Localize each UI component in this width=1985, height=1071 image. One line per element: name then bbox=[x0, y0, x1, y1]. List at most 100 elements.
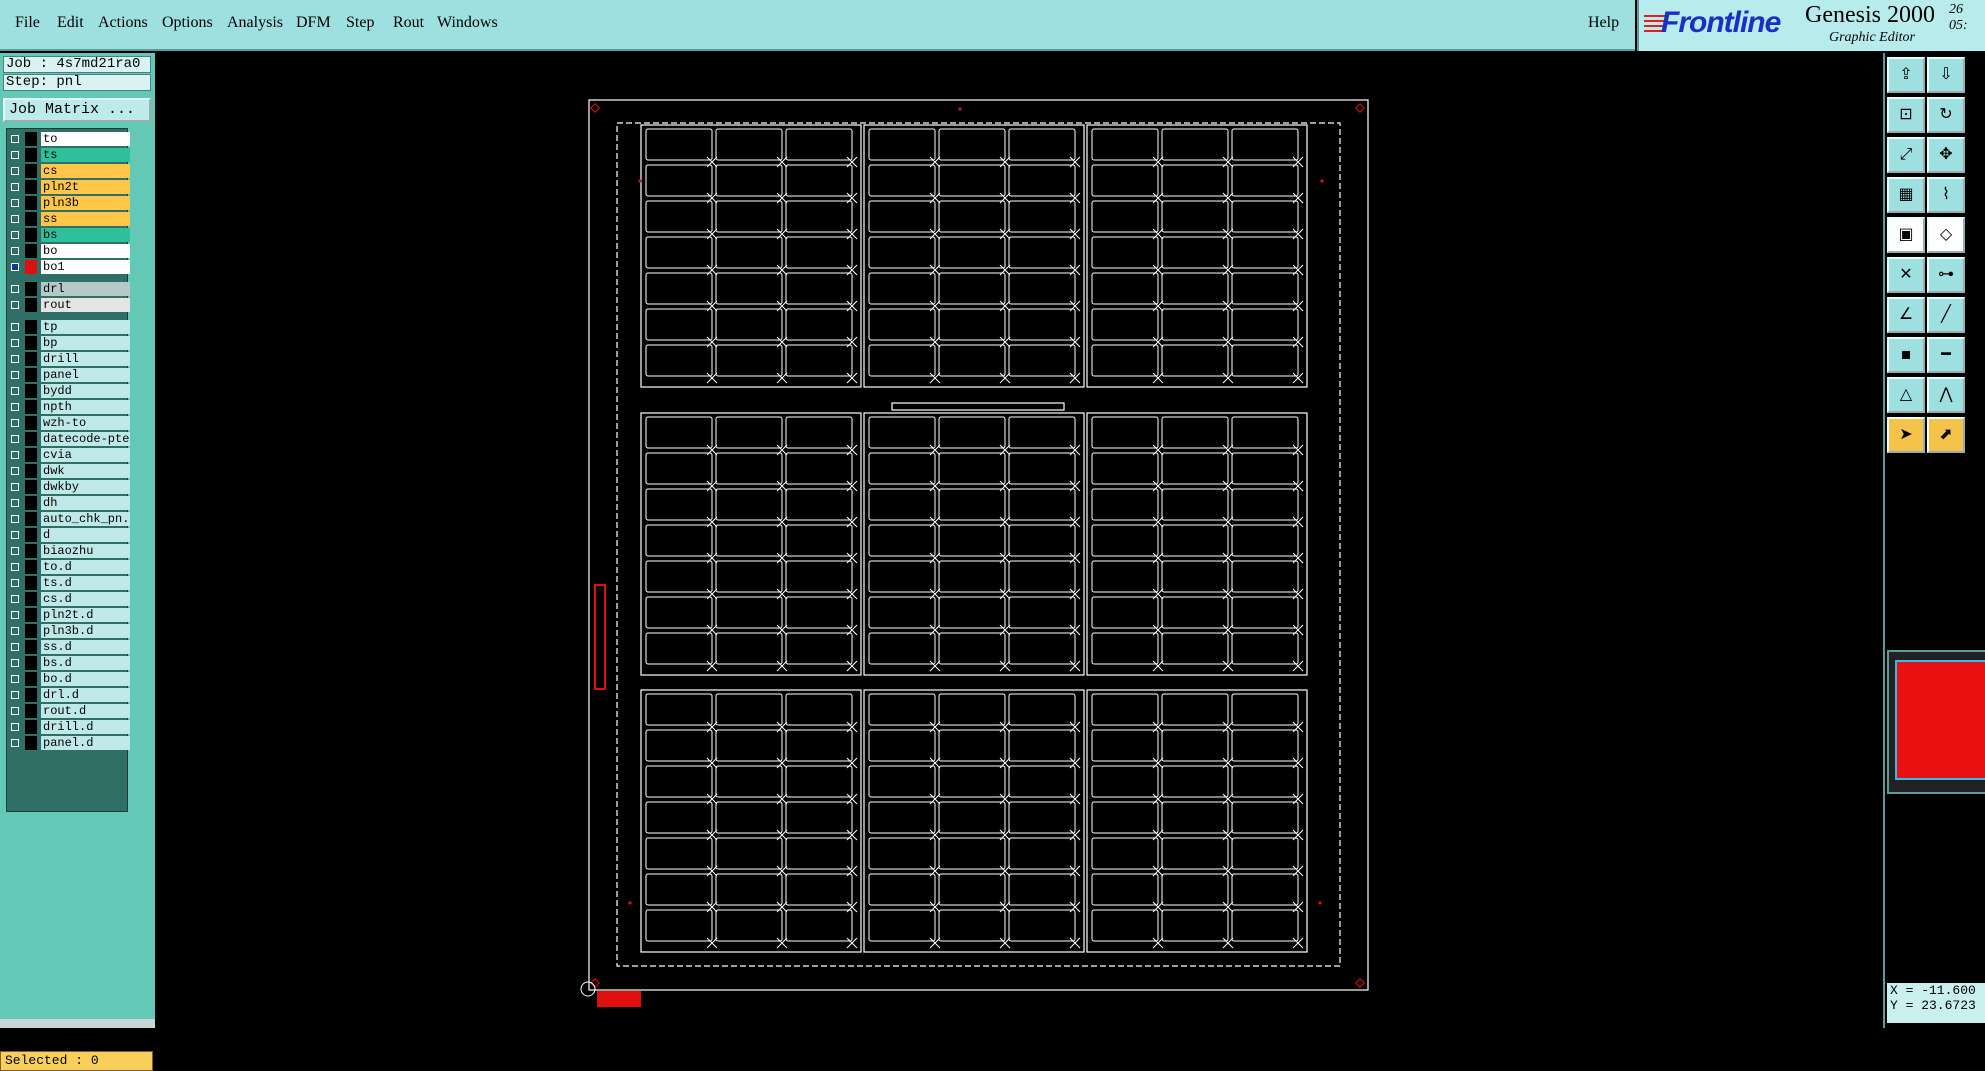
layer-name[interactable]: bo bbox=[41, 244, 130, 258]
pointer-icon[interactable]: ➤ bbox=[1887, 417, 1925, 453]
dash-icon[interactable]: ━ bbox=[1927, 337, 1965, 373]
graphic-canvas[interactable] bbox=[155, 53, 1883, 1028]
layer-name[interactable]: auto_chk_pn. bbox=[41, 512, 130, 526]
grid-icon[interactable]: ▦ bbox=[1887, 177, 1925, 213]
layer-name[interactable]: bo.d bbox=[41, 672, 130, 686]
layer-name[interactable]: to.d bbox=[41, 560, 130, 574]
layer-name[interactable]: pln2t.d bbox=[41, 608, 130, 622]
layer-name[interactable]: drl.d bbox=[41, 688, 130, 702]
menu-actions[interactable]: Actions bbox=[98, 14, 148, 32]
layer-row-datecode-pte[interactable]: datecode-pte bbox=[7, 431, 130, 447]
angle-icon[interactable]: ⋀ bbox=[1927, 377, 1965, 413]
layer-checkbox[interactable] bbox=[11, 627, 19, 635]
layer-row-pln2t.d[interactable]: pln2t.d bbox=[7, 607, 130, 623]
layer-name[interactable]: bs.d bbox=[41, 656, 130, 670]
refresh-icon[interactable]: ↻ bbox=[1927, 97, 1965, 133]
layer-row-pln3b[interactable]: pln3b bbox=[7, 195, 130, 211]
layer-checkbox[interactable] bbox=[11, 563, 19, 571]
layer-name[interactable]: npth bbox=[41, 400, 130, 414]
layer-row-drl[interactable]: drl bbox=[7, 281, 130, 297]
layer-row-drill[interactable]: drill bbox=[7, 351, 130, 367]
pad-icon[interactable]: ▪ bbox=[1887, 337, 1925, 373]
layer-checkbox[interactable] bbox=[11, 387, 19, 395]
layer-row-ss[interactable]: ss bbox=[7, 211, 130, 227]
center-icon[interactable]: ✥ bbox=[1927, 137, 1965, 173]
layer-checkbox[interactable] bbox=[11, 451, 19, 459]
layer-name[interactable]: cs.d bbox=[41, 592, 130, 606]
layer-name[interactable]: drill bbox=[41, 352, 130, 366]
layer-name[interactable]: to bbox=[41, 132, 130, 146]
edit-poly-icon[interactable]: ◇ bbox=[1927, 217, 1965, 253]
triangle-icon[interactable]: △ bbox=[1887, 377, 1925, 413]
menu-step[interactable]: Step bbox=[346, 14, 374, 32]
layer-checkbox[interactable] bbox=[11, 371, 19, 379]
menu-analysis[interactable]: Analysis bbox=[227, 14, 283, 32]
layer-row-d[interactable]: d bbox=[7, 527, 130, 543]
menu-help[interactable]: Help bbox=[1588, 14, 1619, 32]
layer-checkbox[interactable] bbox=[11, 301, 19, 309]
connect-icon[interactable]: ⊶ bbox=[1927, 257, 1965, 293]
layer-row-tp[interactable]: tp bbox=[7, 319, 130, 335]
layer-row-pln2t[interactable]: pln2t bbox=[7, 179, 130, 195]
layer-row-wzh-to[interactable]: wzh-to bbox=[7, 415, 130, 431]
layer-checkbox[interactable] bbox=[11, 167, 19, 175]
layer-row-bo.d[interactable]: bo.d bbox=[7, 671, 130, 687]
menu-dfm[interactable]: DFM bbox=[296, 14, 331, 32]
layer-name[interactable]: panel.d bbox=[41, 736, 130, 750]
menu-edit[interactable]: Edit bbox=[57, 14, 84, 32]
layer-checkbox[interactable] bbox=[11, 659, 19, 667]
layer-row-ts.d[interactable]: ts.d bbox=[7, 575, 130, 591]
layer-row-dwkby[interactable]: dwkby bbox=[7, 479, 130, 495]
layer-checkbox[interactable] bbox=[11, 323, 19, 331]
layer-name[interactable]: rout.d bbox=[41, 704, 130, 718]
route-icon[interactable]: ⌇ bbox=[1927, 177, 1965, 213]
layer-name[interactable]: rout bbox=[41, 298, 130, 312]
layer-checkbox[interactable] bbox=[11, 723, 19, 731]
menu-file[interactable]: File bbox=[15, 14, 40, 32]
layer-name[interactable]: dwkby bbox=[41, 480, 130, 494]
layer-checkbox[interactable] bbox=[11, 467, 19, 475]
layer-row-bs[interactable]: bs bbox=[7, 227, 130, 243]
layer-checkbox[interactable] bbox=[11, 547, 19, 555]
layer-checkbox[interactable] bbox=[11, 263, 19, 271]
layer-checkbox[interactable] bbox=[11, 531, 19, 539]
layer-checkbox[interactable] bbox=[11, 199, 19, 207]
layer-checkbox[interactable] bbox=[11, 435, 19, 443]
layer-row-bo1[interactable]: bo1 bbox=[7, 259, 130, 275]
menu-options[interactable]: Options bbox=[162, 14, 213, 32]
layer-name[interactable]: wzh-to bbox=[41, 416, 130, 430]
layer-checkbox[interactable] bbox=[11, 595, 19, 603]
line-red-icon[interactable]: ∠ bbox=[1887, 297, 1925, 333]
overview-window[interactable] bbox=[1887, 650, 1985, 794]
layer-row-cs[interactable]: cs bbox=[7, 163, 130, 179]
layer-row-panel[interactable]: panel bbox=[7, 367, 130, 383]
layer-row-ss.d[interactable]: ss.d bbox=[7, 639, 130, 655]
layer-checkbox[interactable] bbox=[11, 515, 19, 523]
layer-name[interactable]: panel bbox=[41, 368, 130, 382]
layer-checkbox[interactable] bbox=[11, 285, 19, 293]
layer-checkbox[interactable] bbox=[11, 643, 19, 651]
layer-row-cvia[interactable]: cvia bbox=[7, 447, 130, 463]
layer-name[interactable]: drill.d bbox=[41, 720, 130, 734]
layer-name[interactable]: biaozhu bbox=[41, 544, 130, 558]
layer-name[interactable]: ts.d bbox=[41, 576, 130, 590]
layer-name[interactable]: bs bbox=[41, 228, 130, 242]
zoom-frame-icon[interactable]: ⊡ bbox=[1887, 97, 1925, 133]
pointer-select-icon[interactable]: ⬈ bbox=[1927, 417, 1965, 453]
layer-checkbox[interactable] bbox=[11, 231, 19, 239]
job-matrix-button[interactable]: Job Matrix ... bbox=[3, 98, 151, 122]
layer-row-cs.d[interactable]: cs.d bbox=[7, 591, 130, 607]
layer-row-to[interactable]: to bbox=[7, 131, 130, 147]
menu-windows[interactable]: Windows bbox=[437, 14, 498, 32]
layer-checkbox[interactable] bbox=[11, 339, 19, 347]
layer-row-bs.d[interactable]: bs.d bbox=[7, 655, 130, 671]
layer-name[interactable]: ss bbox=[41, 212, 130, 226]
layer-checkbox[interactable] bbox=[11, 419, 19, 427]
layer-name[interactable]: datecode-pte bbox=[41, 432, 130, 446]
layer-row-rout[interactable]: rout bbox=[7, 297, 130, 313]
cross-icon[interactable]: ✕ bbox=[1887, 257, 1925, 293]
layer-checkbox[interactable] bbox=[11, 611, 19, 619]
layer-row-drl.d[interactable]: drl.d bbox=[7, 687, 130, 703]
layer-row-biaozhu[interactable]: biaozhu bbox=[7, 543, 130, 559]
layer-checkbox[interactable] bbox=[11, 739, 19, 747]
